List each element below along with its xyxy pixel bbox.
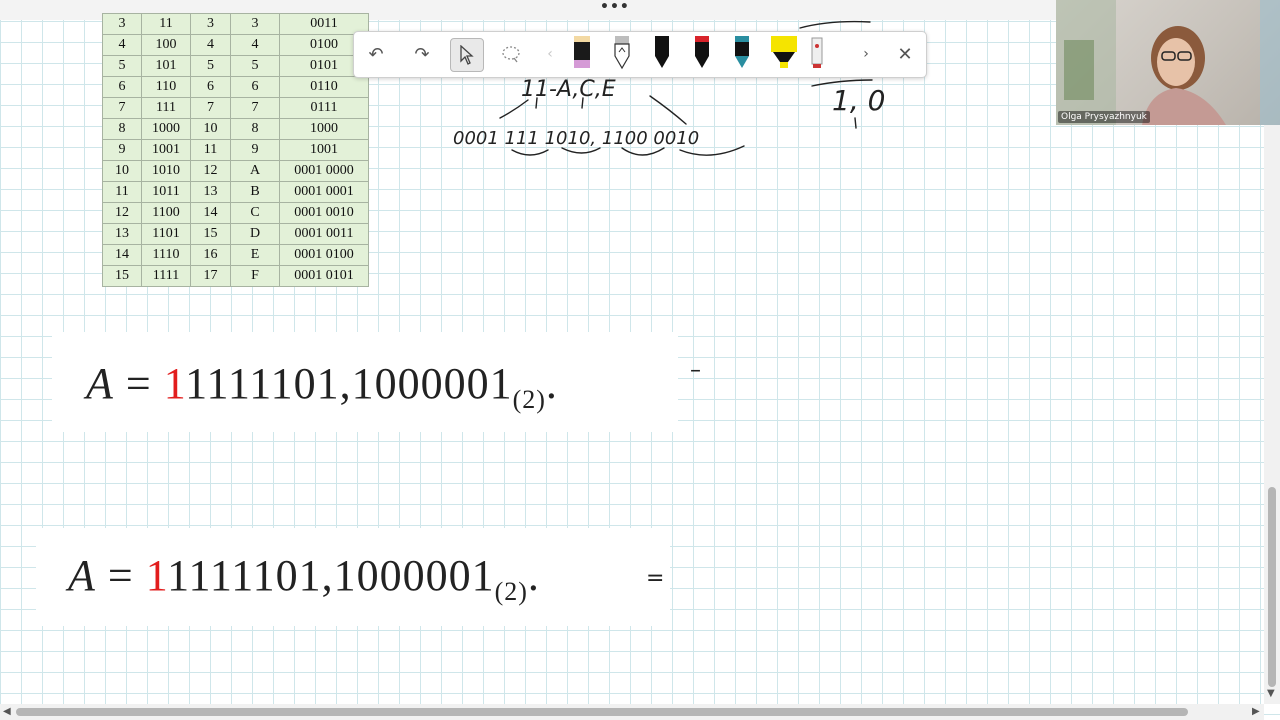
underline-1 <box>511 149 549 156</box>
scroll-right-arrow-icon[interactable]: ▶ <box>1252 706 1260 717</box>
lasso-icon[interactable] <box>495 38 527 70</box>
scroll-left-icon[interactable]: ‹ <box>534 38 566 70</box>
binary-cell: 1110 <box>141 244 191 266</box>
pen-red[interactable] <box>695 36 709 68</box>
table-row: 11 1011 13 B 0001 0001 <box>102 181 369 203</box>
formula-box-2: A = 11111101,1000001(2). <box>36 528 670 626</box>
bcd-cell: 0001 0101 <box>279 265 369 287</box>
ruler-eraser[interactable] <box>811 37 823 68</box>
select-pointer-icon[interactable] <box>450 38 484 72</box>
handwritten-groups: 0001 111 1010, 1100 0010 <box>453 128 699 149</box>
table-row: 15 1111 17 F 0001 0101 <box>102 265 369 287</box>
decimal-cell: 13 <box>102 223 142 245</box>
ink-toolbar: ↶ ↷ ‹ › ✕ <box>353 31 927 78</box>
participant-name: Olga Prysyazhnyuk <box>1058 111 1150 123</box>
participant-silhouette <box>1056 0 1280 125</box>
binary-cell: 1011 <box>141 181 191 203</box>
pen-tray <box>574 36 823 70</box>
table-row: 13 1101 15 D 0001 0011 <box>102 223 369 245</box>
vertical-scroll-thumb[interactable] <box>1268 487 1276 687</box>
red-marked-digit: 1 <box>163 359 186 408</box>
scroll-down-arrow-icon[interactable]: ▼ <box>1267 688 1275 699</box>
scroll-right-icon[interactable]: › <box>850 38 882 70</box>
hex-cell: C <box>230 202 280 224</box>
binary-cell: 1100 <box>141 202 191 224</box>
equals-sign: = <box>125 359 152 408</box>
formula-1: A = 11111101,1000001(2). <box>86 358 558 415</box>
handwritten-top-right: 1, 0 <box>832 84 885 117</box>
branch-line-right <box>649 95 687 125</box>
vertical-scrollbar[interactable]: ▼ <box>1264 125 1280 704</box>
pencil-gray[interactable] <box>614 36 630 70</box>
horizontal-scroll-thumb[interactable] <box>16 708 1188 716</box>
bcd-cell: 0001 0100 <box>279 244 369 266</box>
binary-cell: 1111 <box>141 265 191 287</box>
hex-cell: D <box>230 223 280 245</box>
decimal-cell: 11 <box>102 181 142 203</box>
formula-2: A = 11111101,1000001(2). <box>68 550 540 607</box>
binary-digits: 1111101,1000001 <box>185 359 513 408</box>
hex-cell: E <box>230 244 280 266</box>
table-row: 14 1110 16 E 0001 0100 <box>102 244 369 266</box>
binary-digits: 1111101,1000001 <box>167 551 495 600</box>
close-icon[interactable]: ✕ <box>889 38 921 70</box>
octal-cell: 14 <box>190 202 231 224</box>
pen-black-pink[interactable] <box>574 36 590 68</box>
hex-cell: B <box>230 181 280 203</box>
bcd-cell: 0001 0011 <box>279 223 369 245</box>
bcd-cell: 0001 0010 <box>279 202 369 224</box>
red-marked-digit: 1 <box>145 551 168 600</box>
octal-cell: 13 <box>190 181 231 203</box>
highlighter-yellow[interactable] <box>771 36 797 68</box>
decimal-cell: 14 <box>102 244 142 266</box>
dash-mark-2: = <box>646 566 665 591</box>
top-right-stroke-1 <box>799 20 871 29</box>
period: . <box>545 359 558 408</box>
decimal-cell: 12 <box>102 202 142 224</box>
octal-cell: 17 <box>190 265 231 287</box>
top-right-tick <box>854 117 857 129</box>
binary-cell: 1101 <box>141 223 191 245</box>
base-subscript: (2) <box>494 577 528 606</box>
hex-cell: F <box>230 265 280 287</box>
dash-mark-1: – <box>690 358 701 383</box>
scroll-left-arrow-icon[interactable]: ◀ <box>3 706 11 717</box>
octal-cell: 16 <box>190 244 231 266</box>
redo-icon[interactable]: ↷ <box>406 38 438 70</box>
period: . <box>527 551 540 600</box>
octal-cell: 15 <box>190 223 231 245</box>
handwritten-letters: 11-A,C,E <box>521 77 616 102</box>
equals-sign: = <box>107 551 134 600</box>
formula-box-1: A = 11111101,1000001(2). <box>52 332 678 432</box>
base-subscript: (2) <box>512 385 546 414</box>
undo-icon[interactable]: ↶ <box>360 38 392 70</box>
participant-video[interactable]: Olga Prysyazhnyuk <box>1056 0 1280 125</box>
formula-lhs: A <box>68 551 96 600</box>
pen-black[interactable] <box>655 36 669 68</box>
pen-teal[interactable] <box>735 36 749 68</box>
formula-lhs: A <box>86 359 114 408</box>
bcd-cell: 0001 0001 <box>279 181 369 203</box>
decimal-cell: 15 <box>102 265 142 287</box>
horizontal-scrollbar[interactable]: ◀ ▶ <box>0 704 1264 720</box>
handwritten-annotations: 11-A,C,E 0001 111 1010, 1100 0010 1, 0 <box>453 20 885 156</box>
branch-line-left <box>499 99 529 119</box>
underline-3 <box>621 147 665 156</box>
table-row: 12 1100 14 C 0001 0010 <box>102 202 369 224</box>
